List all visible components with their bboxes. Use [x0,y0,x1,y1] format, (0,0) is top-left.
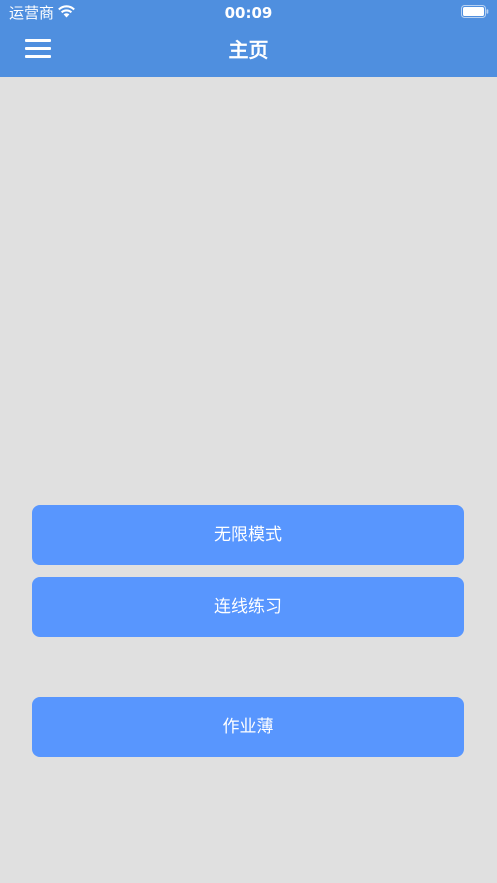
app-screen: 运营商 00:09 主页 无限模式 连线练习 作业薄 [0,0,497,883]
battery-icon [461,5,489,18]
page-title: 主页 [228,38,269,62]
workbook-button[interactable]: 作业薄 [32,697,464,757]
status-time: 00:09 [224,4,273,22]
matching-practice-button[interactable]: 连线练习 [32,577,464,637]
status-bar: 运营商 00:09 [0,0,497,26]
app-header: 运营商 00:09 主页 [0,0,497,77]
nav-bar: 主页 [0,26,497,77]
endless-mode-button[interactable]: 无限模式 [32,505,464,565]
